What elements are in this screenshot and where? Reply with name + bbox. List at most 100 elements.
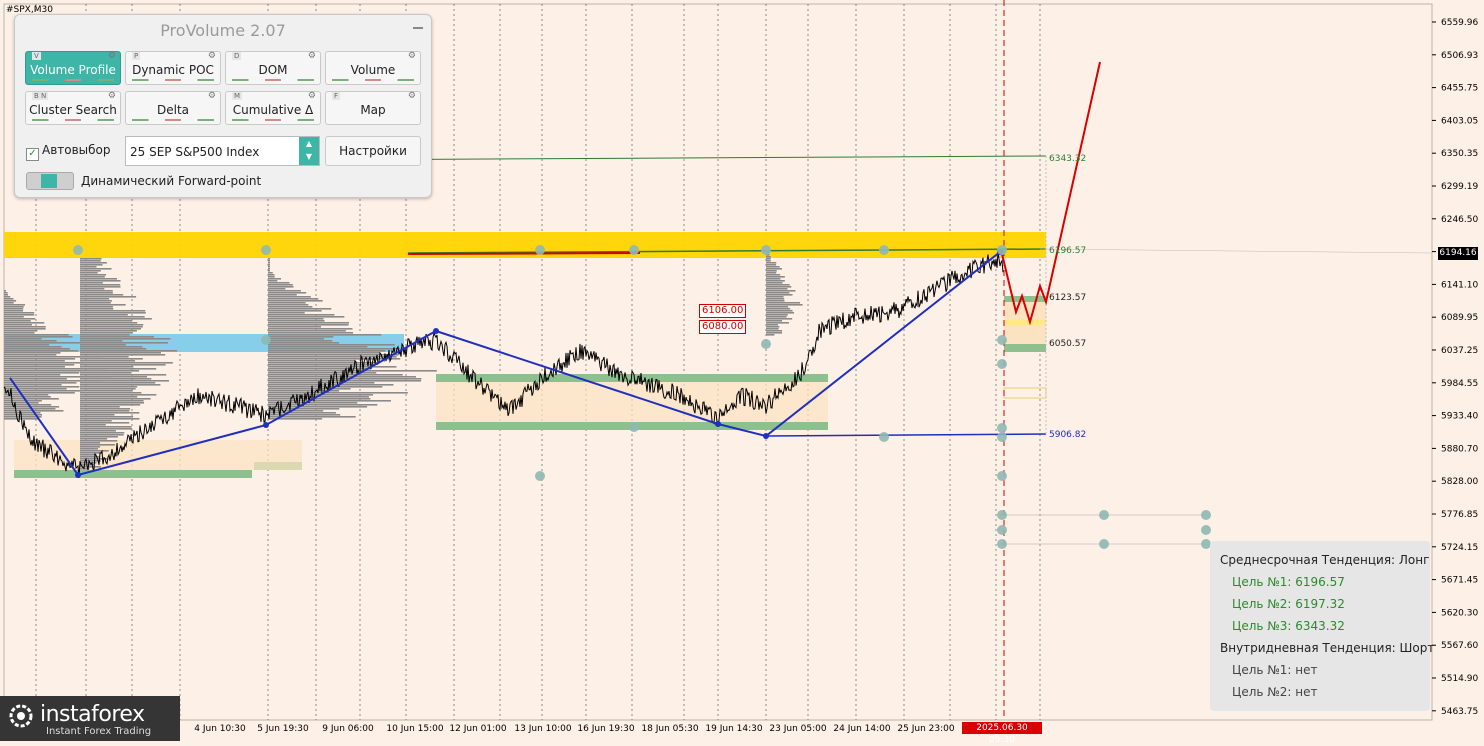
settings-button[interactable]: Настройки — [325, 136, 421, 166]
instrument-value: 25 SEP S&P500 Index — [130, 145, 260, 159]
hotkey-label: M — [232, 92, 243, 100]
minimize-icon[interactable] — [413, 27, 423, 29]
logo-name: instaforex — [40, 702, 145, 727]
date-tick-label: 4 Jun 10:30 — [194, 724, 246, 734]
button-label: Volume — [350, 63, 396, 77]
gear-icon[interactable]: ⚙ — [308, 51, 316, 61]
dynamic-poc-button[interactable]: P ⚙ Dynamic POC — [125, 51, 221, 85]
volume-profile-button[interactable]: V ⚙ Volume Profile — [25, 51, 121, 85]
price-tick-label: 6037.25 — [1441, 346, 1478, 356]
price-tick-label: 5671.45 — [1441, 576, 1478, 586]
hotkey-label: B N — [32, 92, 49, 100]
indicator-strip — [232, 119, 314, 121]
price-tag-2: 6080.00 — [699, 320, 747, 334]
date-axis: 4 Jun 10:30 5 Jun 19:30 9 Jun 06:00 10 Jun … — [194, 724, 955, 734]
date-tick-label: 23 Jun 05:00 — [769, 724, 826, 734]
spinner-arrows-icon[interactable]: ▲ ▼ — [299, 137, 319, 165]
indicator-strip — [132, 119, 214, 121]
dom-button[interactable]: D ⚙ DOM — [225, 51, 321, 85]
indicator-strip — [232, 79, 314, 81]
date-tick-label: 19 Jun 14:30 — [705, 724, 762, 734]
price-tick-label: 5724.15 — [1441, 543, 1478, 553]
green-zone-right-top — [1004, 296, 1046, 302]
date-tick-label: 5 Jun 19:30 — [257, 724, 309, 734]
toggle-knob — [41, 174, 57, 188]
logo-tagline: Instant Forex Trading — [46, 726, 152, 737]
price-tick-label: 5567.60 — [1441, 641, 1478, 651]
button-label: Delta — [156, 103, 189, 117]
date-tick-label: 10 Jun 15:00 — [386, 724, 443, 734]
date-tick-label: 12 Jun 01:00 — [449, 724, 506, 734]
price-tick-label: 6089.95 — [1441, 313, 1478, 323]
intraday-target-2: Цель №2: нет — [1232, 685, 1318, 699]
button-label: DOM — [258, 63, 288, 77]
price-tick-label: 6299.19 — [1441, 182, 1478, 192]
map-button[interactable]: F ⚙ Map — [325, 91, 421, 125]
panel-title: ProVolume 2.07 — [160, 21, 286, 40]
price-tag-1: 6106.00 — [699, 304, 747, 318]
price-tick-label: 5776.85 — [1441, 510, 1478, 520]
hotkey-label: V — [32, 52, 41, 60]
date-tick-label: 24 Jun 14:00 — [833, 724, 890, 734]
cumulative-delta-button[interactable]: M ⚙ Cumulative Δ — [225, 91, 321, 125]
autoselect-label: Автовыбор — [42, 143, 111, 157]
price-tick-label: 5620.30 — [1441, 608, 1478, 618]
current-price-badge: 6194.16 — [1438, 247, 1478, 260]
button-label: Dynamic POC — [132, 63, 214, 77]
date-tick-label: 13 Jun 10:00 — [514, 724, 571, 734]
level-label-5: 5906.82 — [1049, 430, 1086, 440]
mid-term-target-1: Цель №1: 6196.57 — [1232, 575, 1345, 589]
price-axis: 6559.96 6506.93 6455.75 6403.05 6350.35 6299.… — [1432, 18, 1478, 717]
mid-term-title: Среднесрочная Тенденция: Лонг — [1220, 553, 1430, 567]
gear-icon[interactable]: ⚙ — [308, 91, 316, 101]
indicator-strip — [32, 119, 114, 121]
indicator-strip — [32, 79, 114, 81]
autoselect-checkbox[interactable]: ✓ Автовыбор — [26, 143, 111, 161]
green-zone-left — [14, 470, 252, 478]
trend-info-box: Среднесрочная Тенденция: Лонг Цель №1: 6… — [1210, 541, 1434, 711]
gear-icon[interactable]: ⚙ — [108, 51, 116, 61]
hotkey-label: D — [232, 52, 242, 60]
instaforex-logo-icon — [9, 704, 33, 728]
date-tick-label: 9 Jun 06:00 — [322, 724, 374, 734]
date-tick-label: 16 Jun 19:30 — [577, 724, 634, 734]
indicator-strip — [132, 79, 214, 81]
forward-point-toggle[interactable] — [26, 172, 74, 190]
level-label-2: 6196.57 — [1049, 246, 1086, 256]
indicator-strip — [332, 79, 414, 81]
gear-icon[interactable]: ⚙ — [208, 51, 216, 61]
price-tick-label: 5514.90 — [1441, 674, 1478, 684]
volume-button[interactable]: ⚙ Volume — [325, 51, 421, 85]
button-label: Volume Profile — [30, 63, 116, 77]
cluster-search-button[interactable]: B N ⚙ Cluster Search — [25, 91, 121, 125]
forecast-line — [1001, 61, 1101, 326]
mid-term-target-3: Цель №3: 6343.32 — [1232, 619, 1345, 633]
gear-icon[interactable]: ⚙ — [408, 91, 416, 101]
price-tick-label: 6246.50 — [1441, 215, 1478, 225]
button-label: Cumulative Δ — [232, 103, 314, 117]
price-tick-label: 6559.96 — [1441, 18, 1478, 28]
price-tick-label: 6403.05 — [1441, 116, 1478, 126]
price-tick-label: 5828.00 — [1441, 477, 1478, 487]
level-label-1: 6343.32 — [1049, 154, 1086, 164]
instrument-select[interactable]: 25 SEP S&P500 Index ▲ ▼ — [125, 136, 320, 166]
price-tick-label: 5463.75 — [1441, 707, 1478, 717]
price-tick-label: 6141.10 — [1441, 280, 1478, 290]
delta-button[interactable]: ⚙ Delta — [125, 91, 221, 125]
price-tick-label: 5984.55 — [1441, 379, 1478, 389]
volume-profiles — [4, 250, 803, 470]
price-tick-label: 5880.70 — [1441, 444, 1478, 454]
price-tick-label: 6350.35 — [1441, 149, 1478, 159]
gear-icon[interactable]: ⚙ — [108, 91, 116, 101]
checkmark-icon[interactable]: ✓ — [26, 148, 39, 161]
intraday-target-1: Цель №1: нет — [1232, 663, 1318, 677]
level-label-3: 6123.57 — [1049, 293, 1086, 303]
intraday-title: Внутридневная Тенденция: Шорт — [1220, 641, 1435, 655]
instaforex-logo: instaforex Instant Forex Trading — [0, 696, 180, 741]
gear-icon[interactable]: ⚙ — [408, 51, 416, 61]
mid-term-target-2: Цель №2: 6197.32 — [1232, 597, 1345, 611]
price-tick-label: 6455.75 — [1441, 84, 1478, 94]
gear-icon[interactable]: ⚙ — [208, 91, 216, 101]
level-label-4: 6050.57 — [1049, 339, 1086, 349]
button-label: Cluster Search — [29, 103, 117, 117]
